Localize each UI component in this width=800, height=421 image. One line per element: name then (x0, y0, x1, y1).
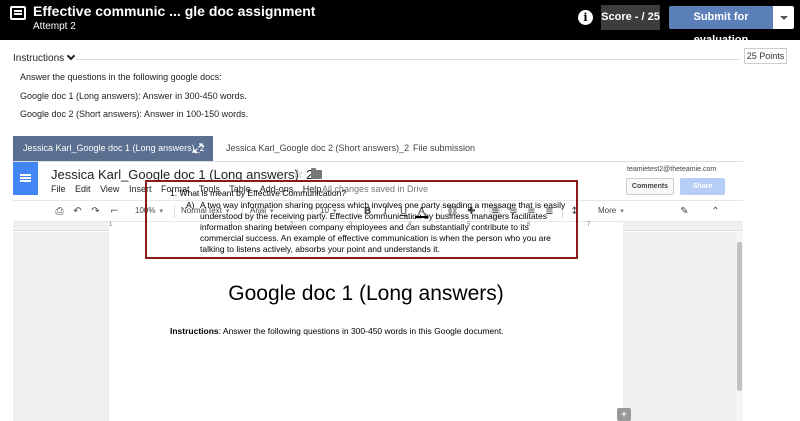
attempt-label: Attempt 2 (33, 21, 76, 32)
add-comment-icon[interactable]: + (617, 408, 631, 421)
tab-label: Jessica Karl_Google doc 1 (Long answers)… (23, 143, 205, 153)
scrollbar-thumb[interactable] (737, 242, 742, 391)
assignment-title: Effective communic ... gle doc assignmen… (33, 3, 316, 19)
instructions-toggle[interactable]: Instructions (13, 51, 76, 64)
instruction-line: Answer the questions in the following go… (20, 72, 222, 82)
menu-file[interactable]: File (51, 184, 66, 194)
tab-google-doc-2[interactable]: Jessica Karl_Google doc 2 (Short answers… (226, 136, 409, 161)
collapse-chevron-up-icon[interactable]: ⌃ (709, 205, 722, 218)
comments-button[interactable]: Comments (626, 178, 674, 195)
expand-icon[interactable] (193, 143, 203, 153)
more-button[interactable]: More (598, 206, 624, 215)
pencil-icon[interactable]: ✎ (678, 205, 691, 218)
doc-scrollbar[interactable] (736, 232, 743, 421)
tab-google-doc-1[interactable]: Jessica Karl_Google doc 1 (Long answers)… (13, 136, 213, 161)
doc-instructions-text: : Answer the following questions in 300-… (218, 326, 504, 336)
submit-dropdown-chevron-icon[interactable] (773, 6, 794, 29)
google-docs-logo-icon[interactable] (13, 162, 38, 195)
menu-edit[interactable]: Edit (75, 184, 91, 194)
redo-icon[interactable]: ↷ (89, 205, 102, 218)
share-button[interactable]: Share (680, 178, 725, 195)
doc-canvas: Google doc 1 (Long answers) Instructions… (13, 232, 743, 421)
instruction-line: Google doc 2 (Short answers): Answer in … (20, 109, 249, 119)
doc-instructions[interactable]: Instructions: Answer the following quest… (170, 326, 504, 336)
chevron-down-icon (66, 51, 76, 61)
instructions-label: Instructions (13, 53, 65, 64)
user-email[interactable]: teamietest2@theteamie.com (627, 166, 716, 173)
question-text[interactable]: 1. What is meant by Effective Communicat… (170, 188, 346, 198)
folder-icon[interactable] (311, 168, 322, 179)
top-bar: Effective communic ... gle doc assignmen… (0, 0, 800, 46)
instruction-line: Google doc 1 (Long answers): Answer in 3… (20, 91, 247, 101)
paint-format-icon[interactable]: ⌐ (108, 205, 121, 218)
tab-file-submission[interactable]: File submission (413, 136, 475, 161)
menu-view[interactable]: View (100, 184, 119, 194)
ruler-label: 1 (109, 222, 113, 228)
doc-heading[interactable]: Google doc 1 (Long answers) (109, 282, 623, 306)
ruler-label: 7 (587, 222, 591, 228)
info-icon[interactable]: i (578, 10, 593, 25)
doc-page[interactable]: Google doc 1 (Long answers) Instructions… (109, 232, 623, 421)
answer-text[interactable]: A two way information sharing process wh… (200, 200, 568, 255)
instructions-divider (76, 59, 740, 60)
undo-icon[interactable]: ↶ (71, 205, 84, 218)
assignment-icon (10, 6, 26, 20)
print-icon[interactable]: ⎙ (53, 205, 66, 218)
submit-button[interactable]: Submit for evaluation (669, 6, 773, 46)
doc-instructions-bold: Instructions (170, 326, 219, 336)
answer-letter: A) (186, 200, 195, 210)
score-badge: Score - / 25 (601, 5, 660, 30)
points-badge: 25 Points (744, 48, 787, 64)
